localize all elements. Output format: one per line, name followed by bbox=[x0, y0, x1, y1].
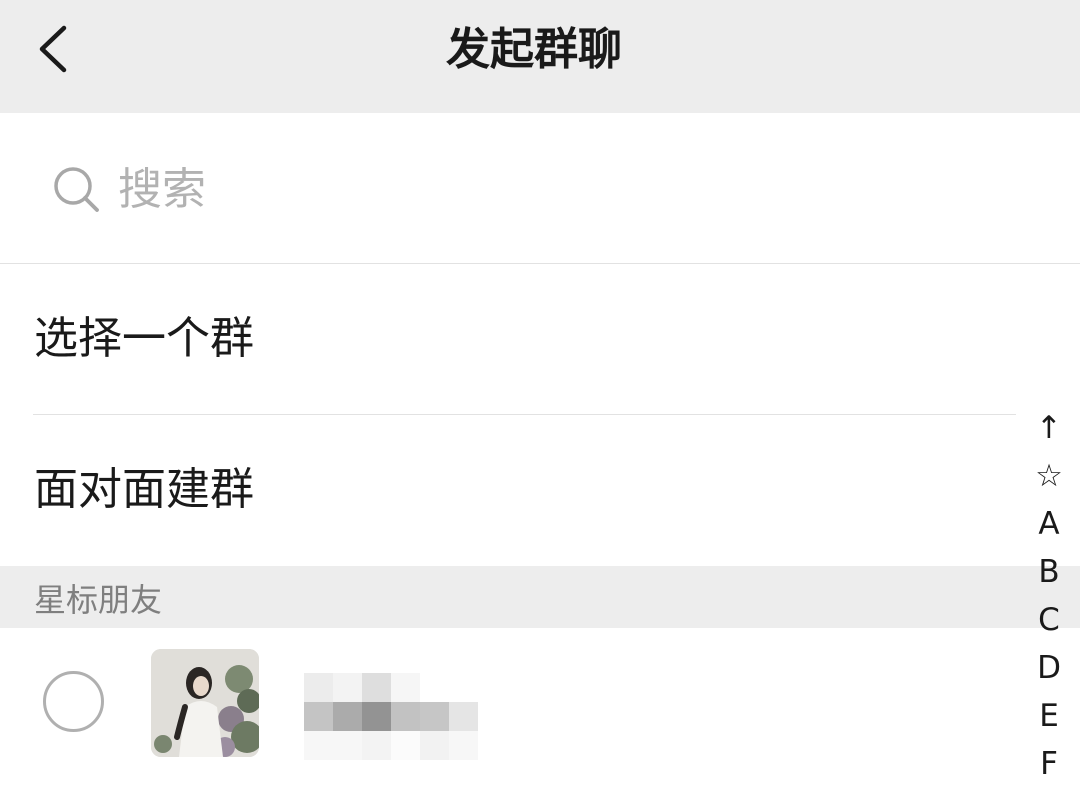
index-item[interactable]: F bbox=[1024, 740, 1074, 788]
search-input[interactable] bbox=[118, 161, 968, 217]
index-item[interactable]: D bbox=[1024, 644, 1074, 692]
section-label: 星标朋友 bbox=[34, 581, 163, 619]
mosaic-cell bbox=[449, 702, 478, 731]
select-checkbox[interactable] bbox=[43, 671, 104, 732]
mosaic-cell bbox=[420, 673, 449, 702]
mosaic-cell bbox=[391, 702, 420, 731]
mosaic-cell bbox=[449, 673, 478, 702]
alphabet-index[interactable]: ↑ ☆ A B C D E F bbox=[1024, 404, 1074, 788]
mosaic-cell bbox=[391, 673, 420, 702]
search-icon bbox=[54, 167, 99, 212]
index-item[interactable]: ☆ bbox=[1024, 452, 1074, 500]
section-header-starred: 星标朋友 bbox=[0, 566, 1080, 628]
mosaic-cell bbox=[362, 731, 391, 760]
select-group-label: 选择一个群 bbox=[34, 313, 254, 364]
contact-name-pixelated bbox=[304, 673, 478, 760]
nav-bar: 发起群聊 bbox=[0, 0, 1080, 113]
index-item[interactable]: E bbox=[1024, 692, 1074, 740]
index-item[interactable]: A bbox=[1024, 500, 1074, 548]
face-to-face-group-row[interactable]: 面对面建群 bbox=[0, 415, 1080, 565]
mosaic-cell bbox=[449, 731, 478, 760]
contact-row[interactable] bbox=[0, 628, 1080, 766]
search-bar bbox=[0, 113, 1080, 264]
page-title: 发起群聊 bbox=[446, 24, 622, 75]
index-item[interactable]: ↑ bbox=[1024, 404, 1074, 452]
mosaic-cell bbox=[304, 702, 333, 731]
face-to-face-group-label: 面对面建群 bbox=[34, 464, 254, 515]
index-item[interactable]: B bbox=[1024, 548, 1074, 596]
mosaic-cell bbox=[333, 731, 362, 760]
select-group-row[interactable]: 选择一个群 bbox=[0, 264, 1080, 414]
mosaic-cell bbox=[304, 731, 333, 760]
index-item[interactable]: C bbox=[1024, 596, 1074, 644]
mosaic-cell bbox=[362, 702, 391, 731]
avatar-image bbox=[151, 649, 259, 757]
mosaic-cell bbox=[362, 673, 391, 702]
mosaic-cell bbox=[333, 702, 362, 731]
mosaic-cell bbox=[420, 702, 449, 731]
mosaic-cell bbox=[391, 731, 420, 760]
avatar bbox=[151, 649, 259, 757]
mosaic-cell bbox=[333, 673, 362, 702]
mosaic-cell bbox=[420, 731, 449, 760]
mosaic-cell bbox=[304, 673, 333, 702]
